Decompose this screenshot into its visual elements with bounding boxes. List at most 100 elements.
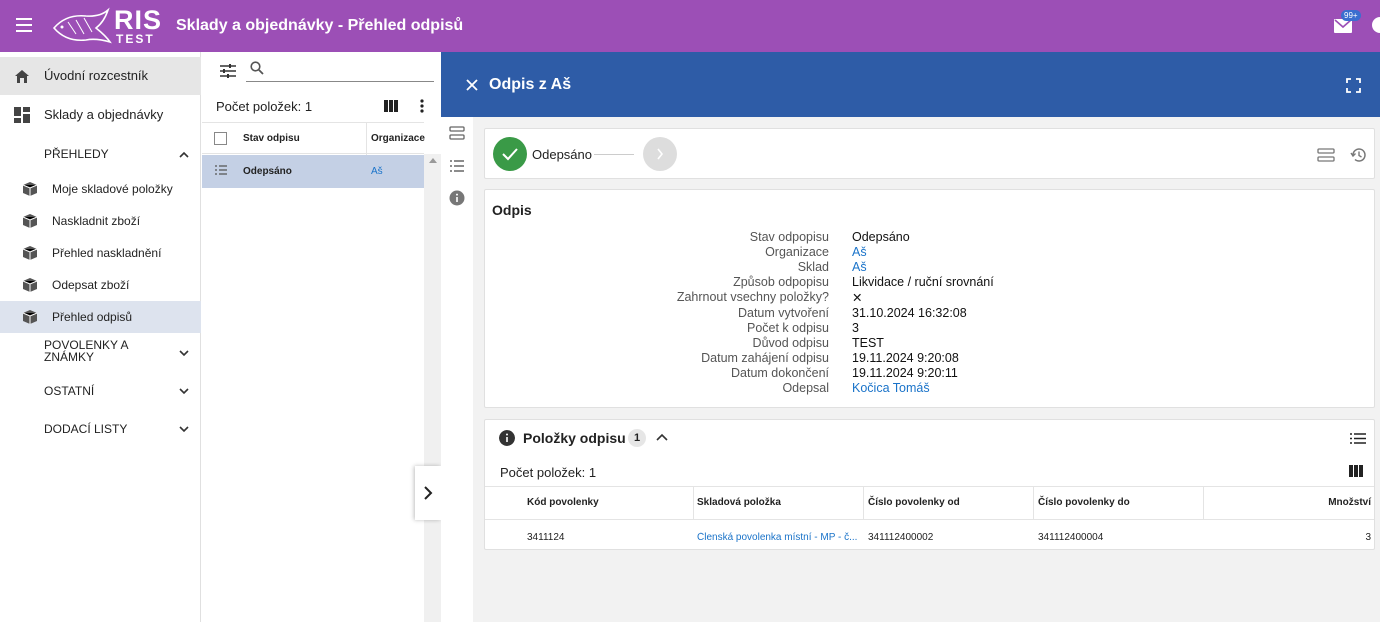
chevron-down-icon[interactable] (178, 385, 190, 397)
sidebar-item-write-off-overview[interactable]: Přehled odpisů (0, 301, 201, 333)
sidebar-item-stock-in[interactable]: Naskladnit zboží (0, 205, 201, 237)
column-header-permit-code[interactable]: Kód povolenky (527, 497, 599, 508)
field-label: Odepsal (782, 381, 829, 395)
row-status: Odepsáno (243, 166, 292, 177)
cell-permit-to: 341112400004 (1038, 532, 1104, 543)
column-header-organization[interactable]: Organizace (371, 133, 425, 144)
group-delivery[interactable]: DODACÍ LISTY (44, 422, 127, 436)
columns-icon[interactable] (384, 100, 398, 112)
fullscreen-icon[interactable] (1346, 78, 1361, 93)
chevron-right-icon (657, 148, 664, 160)
more-vert-icon[interactable] (420, 99, 424, 113)
chevron-right-icon (424, 486, 433, 500)
cell-permit-from: 341112400002 (868, 532, 934, 543)
field-value: ✕ (852, 291, 863, 305)
step-next-button[interactable] (643, 137, 677, 171)
sidebar-item-label: Naskladnit zboží (52, 214, 141, 228)
search-input[interactable] (246, 81, 434, 82)
step-done-indicator (493, 137, 527, 171)
app-header: RIS TEST Sklady a objednávky - Přehled o… (0, 0, 1380, 52)
box-list-icon (22, 182, 38, 196)
sidebar-item-warehouse[interactable]: Sklady a objednávky (0, 96, 201, 134)
column-header-quantity[interactable]: Množství (1328, 497, 1371, 508)
list-header: Stav odpisu Organizace (202, 122, 425, 155)
field-value: 19.11.2024 9:20:11 (852, 366, 958, 380)
write-off-details-card: Odpis Stav odpopisu Odepsáno Organizace Aš S… (484, 189, 1375, 408)
user-avatar-icon[interactable] (1372, 17, 1380, 33)
info-icon[interactable] (449, 190, 465, 206)
box-icon (22, 310, 38, 324)
notification-badge: 99+ (1341, 10, 1361, 21)
sidebar-item-my-stock[interactable]: Moje skladové položky (0, 173, 201, 205)
group-permits[interactable]: POVOLENKY A ZNÁMKY (44, 339, 129, 363)
box-icon (22, 278, 38, 292)
detail-title: Odpis z Aš (489, 76, 572, 93)
field-label: Organizace (765, 245, 829, 259)
chevron-up-icon[interactable] (656, 433, 668, 441)
box-icon (22, 214, 38, 228)
list-view-icon[interactable] (1350, 433, 1366, 444)
sidebar-item-label: Sklady a objednávky (44, 107, 164, 122)
scroll-up-arrow-icon[interactable] (429, 158, 437, 163)
search-icon[interactable] (250, 61, 264, 75)
app-logo[interactable]: RIS TEST (52, 5, 162, 46)
mail-icon[interactable] (1334, 19, 1352, 33)
list-pane: Počet položek: 1 Stav odpisu Organizace … (202, 52, 441, 622)
chevron-down-icon[interactable] (178, 347, 190, 359)
fish-logo-icon (52, 7, 112, 44)
divider (485, 519, 1374, 520)
sidebar-item-stock-in-overview[interactable]: Přehled naskladnění (0, 237, 201, 269)
step-connector (594, 154, 634, 155)
item-count: Počet položek: 1 (216, 99, 313, 114)
write-off-items-card: Položky odpisu 1 Počet položek: 1 Kód po… (484, 419, 1375, 550)
filter-settings-icon[interactable] (219, 63, 237, 79)
sidebar-item-label: Odepsat zboží (52, 278, 130, 292)
column-header-permit-to[interactable]: Číslo povolenky do (1038, 497, 1130, 508)
sidebar-item-home[interactable]: Úvodní rozcestník (0, 57, 201, 95)
workflow-icon[interactable] (449, 125, 465, 141)
group-label: ZNÁMKY (44, 350, 95, 364)
chevron-down-icon[interactable] (178, 423, 190, 435)
chevron-up-icon[interactable] (178, 149, 190, 161)
status-stepper: Odepsáno (484, 128, 1375, 179)
items-count-badge: 1 (628, 429, 646, 447)
column-divider (1033, 487, 1034, 519)
column-header-permit-from[interactable]: Číslo povolenky od (868, 497, 960, 508)
home-icon (15, 70, 29, 83)
sidebar-item-write-off[interactable]: Odepsat zboží (0, 269, 201, 301)
scrollbar[interactable] (424, 154, 441, 622)
history-icon[interactable] (1350, 147, 1367, 163)
column-header-stock-item[interactable]: Skladová položka (697, 497, 781, 508)
field-label: Způsob odpopisu (733, 275, 829, 289)
expand-panel-button[interactable] (415, 466, 441, 520)
column-divider (1203, 487, 1204, 519)
workflow-icon[interactable] (1317, 147, 1335, 163)
field-value-link[interactable]: Aš (852, 260, 867, 274)
page-title: Sklady a objednávky - Přehled odpisů (176, 17, 464, 34)
field-value-link[interactable]: Aš (852, 245, 867, 259)
cell-quantity: 3 (1365, 532, 1371, 543)
field-label: Sklad (797, 260, 829, 274)
sidebar-item-label: Přehled naskladnění (52, 246, 162, 260)
detail-panel: Odpis z Aš Odepsáno Odpis Stav odpopisu O… (441, 52, 1380, 622)
field-value: 31.10.2024 16:32:08 (852, 306, 967, 320)
column-header-status[interactable]: Stav odpisu (243, 133, 300, 144)
sidebar-item-label: Úvodní rozcestník (44, 68, 149, 83)
cell-stock-item-link[interactable]: Členská povolenka místní - MP - č... (697, 532, 859, 543)
group-overviews[interactable]: PŘEHLEDY (44, 147, 109, 161)
items-title: Položky odpisu (523, 430, 626, 446)
items-count: Počet položek: 1 (500, 465, 597, 480)
menu-icon[interactable] (16, 18, 32, 32)
close-icon[interactable] (466, 79, 478, 91)
box-icon (22, 246, 38, 260)
list-icon[interactable] (449, 158, 465, 174)
dashboard-icon (14, 107, 30, 123)
columns-icon[interactable] (1349, 465, 1363, 477)
field-label: Důvod odpisu (752, 336, 829, 350)
field-value-link[interactable]: Kočica Tomáš (852, 381, 930, 395)
row-organization-link[interactable]: Aš (371, 166, 383, 177)
select-all-checkbox[interactable] (214, 132, 227, 145)
field-value: TEST (852, 336, 884, 350)
group-other[interactable]: OSTATNÍ (44, 384, 94, 398)
table-row[interactable]: Odepsáno Aš (202, 155, 424, 188)
